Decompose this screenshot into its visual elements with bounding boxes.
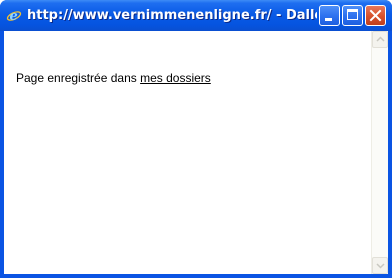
save-confirmation-message: Page enregistrée dans mes dossiers [16, 71, 211, 85]
close-icon [366, 6, 385, 25]
title-bar[interactable]: e http://www.vernimmenenligne.fr/ - Dall… [0, 0, 392, 31]
scroll-up-button[interactable] [372, 31, 388, 48]
browser-popup-window: e http://www.vernimmenenligne.fr/ - Dall… [0, 0, 392, 278]
page-client-area: Page enregistrée dans mes dossiers [4, 31, 388, 274]
minimize-icon [325, 18, 332, 21]
scroll-down-button[interactable] [372, 257, 388, 274]
close-button[interactable] [365, 5, 386, 26]
page-content: Page enregistrée dans mes dossiers [4, 31, 371, 274]
svg-text:e: e [10, 9, 18, 23]
minimize-button[interactable] [319, 5, 340, 26]
confirmation-text: Page enregistrée dans [16, 71, 141, 85]
maximize-button[interactable] [342, 5, 363, 26]
window-title: http://www.vernimmenenligne.fr/ - Dalloz… [27, 8, 317, 23]
vertical-scrollbar[interactable] [371, 31, 388, 274]
scroll-down-arrow-icon [376, 263, 385, 269]
scroll-up-arrow-icon [376, 36, 385, 42]
internet-explorer-icon: e [6, 7, 22, 24]
maximize-icon [347, 9, 358, 20]
mes-dossiers-link[interactable]: mes dossiers [140, 71, 211, 85]
